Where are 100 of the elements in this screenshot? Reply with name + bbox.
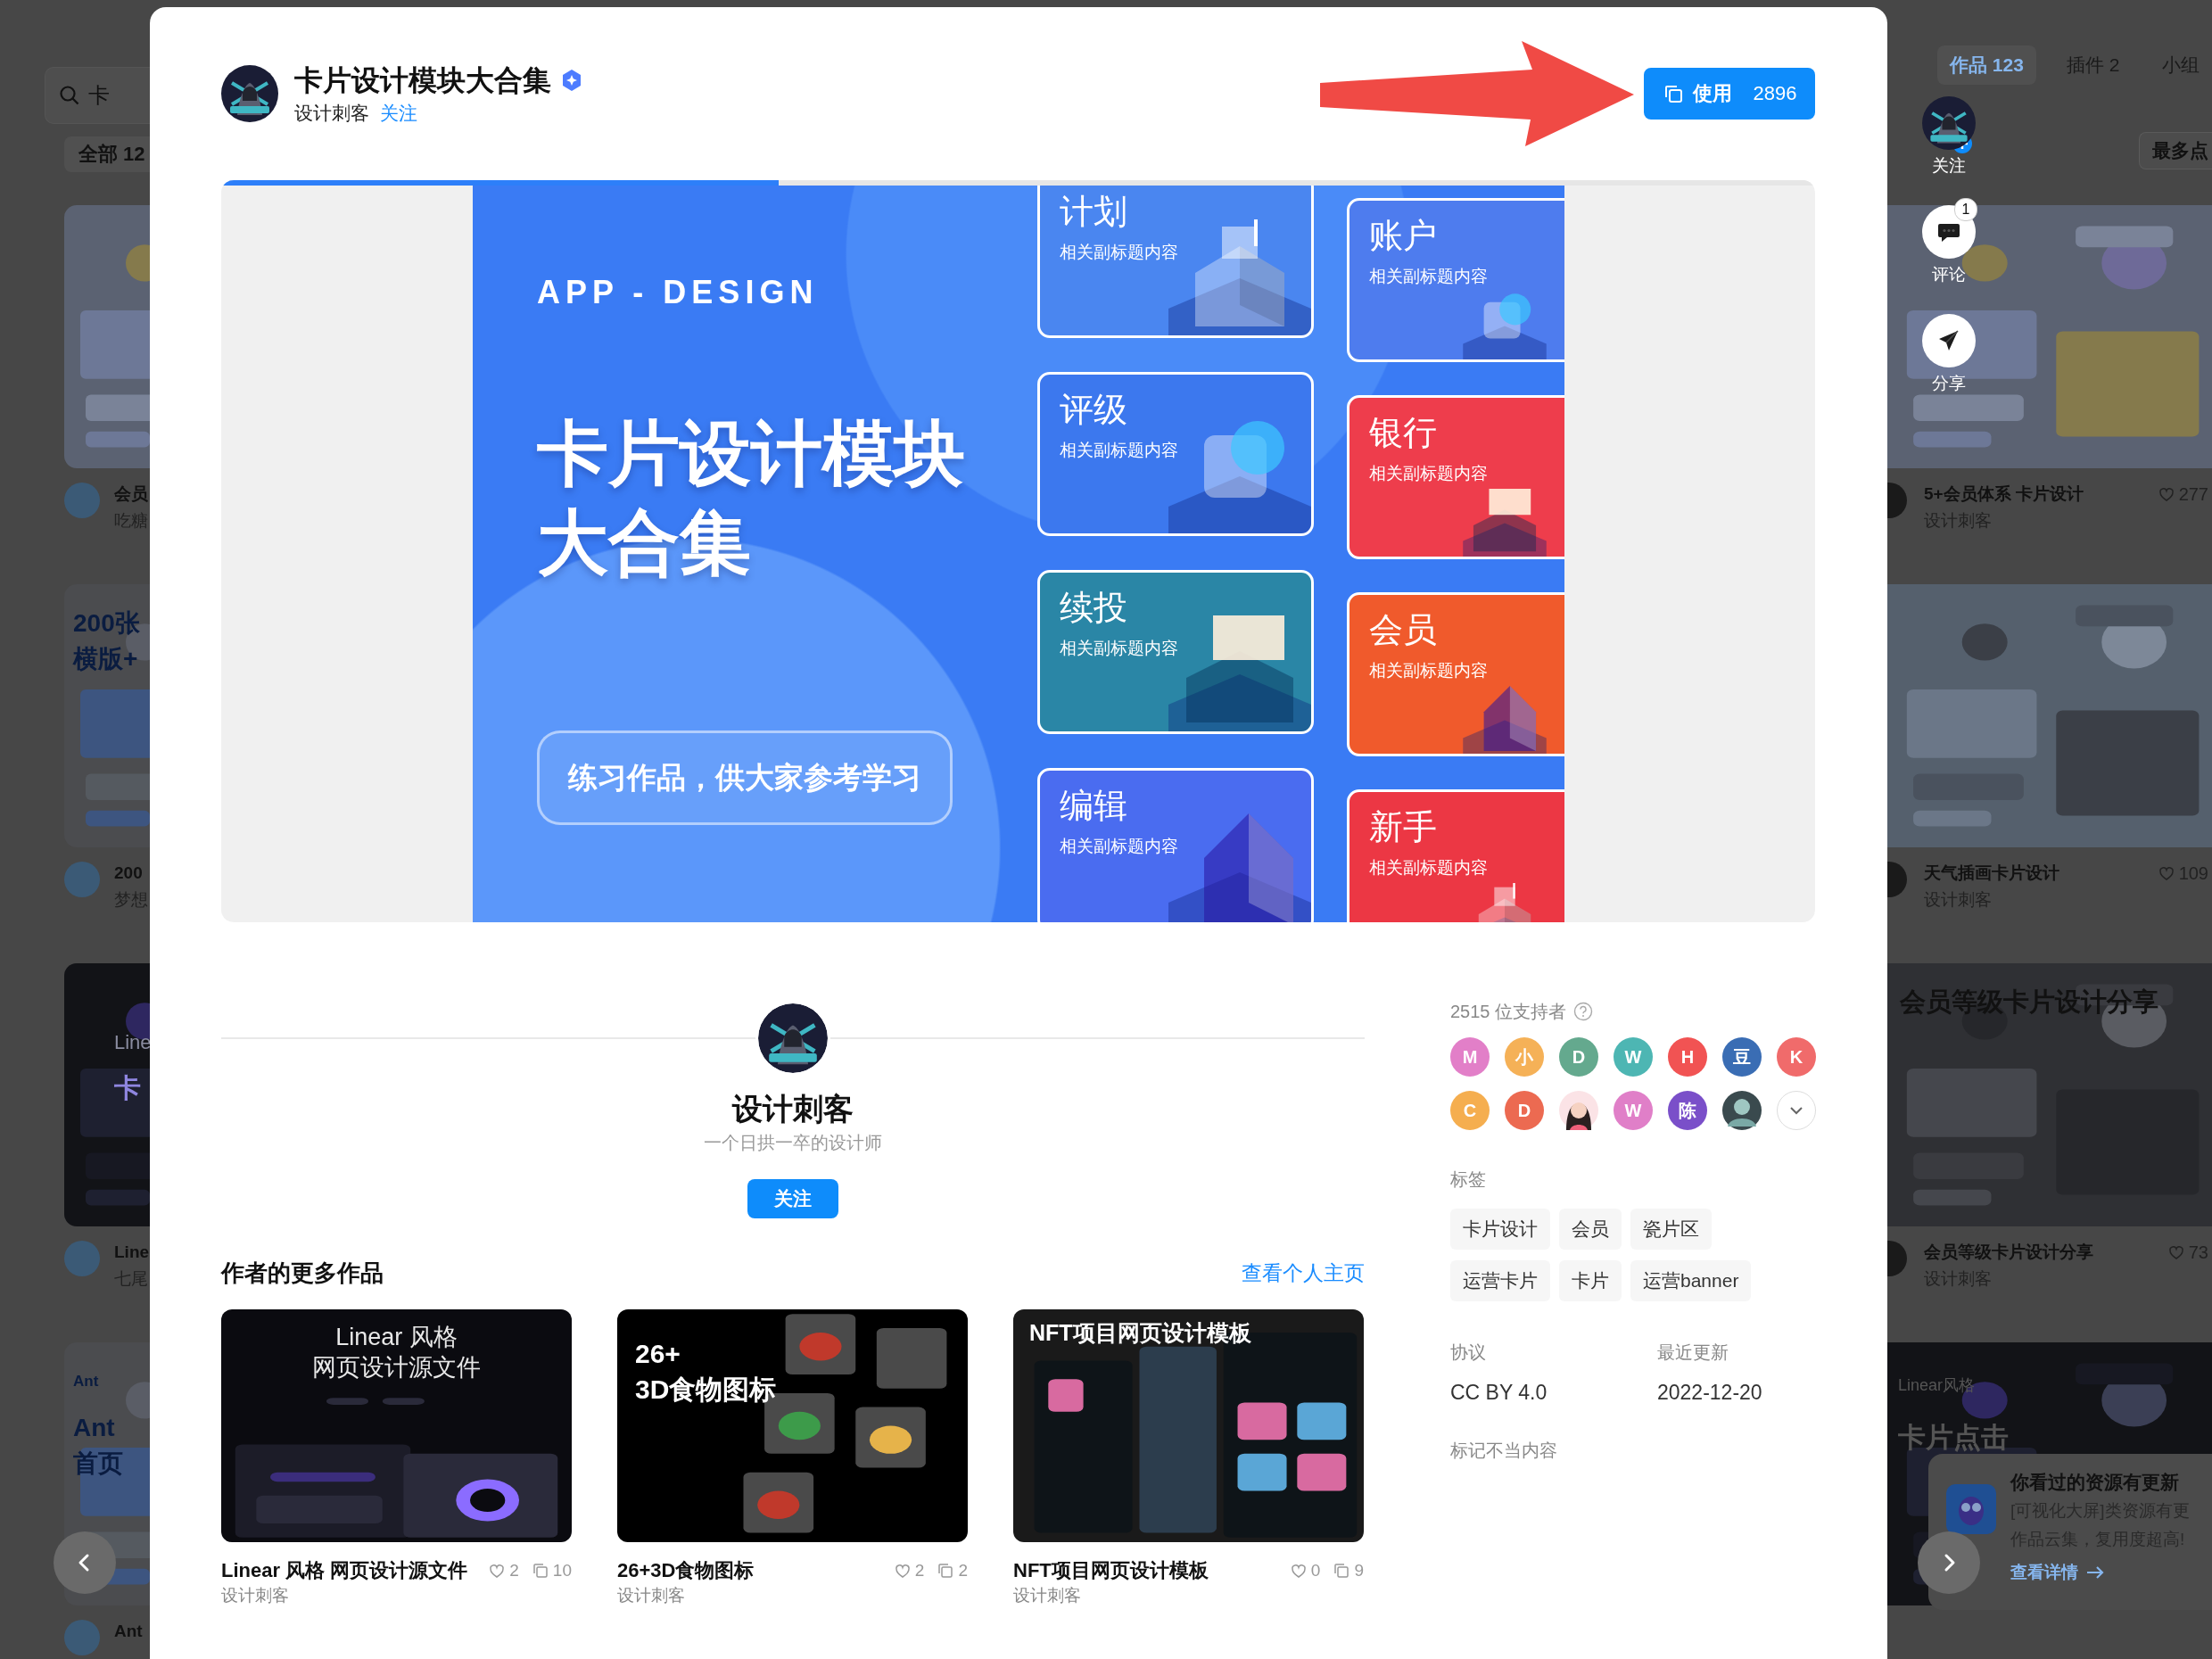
like-count: 2 <box>914 1561 925 1581</box>
thumbnail-title: 首页 <box>73 1449 123 1479</box>
action-label: 关注 <box>1932 155 1966 177</box>
card-subtitle: 相关副标题内容 <box>1369 463 1489 484</box>
follow-button[interactable] <box>1922 96 1976 150</box>
avatar[interactable]: K <box>1777 1037 1816 1077</box>
headline: 大合集 <box>537 502 752 584</box>
thumbnail-caption: Line <box>114 1031 150 1054</box>
avatar <box>1559 1091 1598 1130</box>
avatar <box>1722 1091 1762 1130</box>
profile-link[interactable]: 查看个人主页 <box>1242 1259 1365 1287</box>
follow-link[interactable]: 关注 <box>380 102 417 125</box>
heart-icon <box>2157 485 2175 503</box>
thumbnail-title: 200张 <box>73 608 140 639</box>
heart-icon <box>2167 1243 2185 1261</box>
author-name: 设计刺客 <box>1013 1585 1082 1606</box>
work-title[interactable]: Linear 风格 网页设计源文件 <box>221 1557 468 1584</box>
avatar[interactable]: H <box>1668 1037 1707 1077</box>
avatar <box>221 65 278 122</box>
follow-button[interactable]: 关注 <box>747 1179 838 1218</box>
tag[interactable]: 卡片设计 <box>1450 1209 1550 1250</box>
avatar <box>1887 862 1907 897</box>
tab[interactable]: 作品 123 <box>1937 45 2036 85</box>
copy-count: 2 <box>958 1561 968 1581</box>
thumbnail-title: NFT项目网页设计模板 <box>1029 1319 1251 1347</box>
use-button[interactable]: 使用 2896 <box>1644 68 1815 120</box>
section-label: 标签 <box>1450 1168 1486 1191</box>
copy-count: 10 <box>552 1561 572 1581</box>
thumbnail-title: 网页设计源文件 <box>312 1353 481 1382</box>
thumbnail-title: 26+ <box>635 1338 681 1370</box>
avatar <box>64 1620 100 1655</box>
avatar <box>1887 483 1907 518</box>
tag[interactable]: 瓷片区 <box>1630 1209 1712 1250</box>
card-title: 续投 <box>1060 588 1128 628</box>
card-title: 会员 <box>1369 610 1438 650</box>
copy-icon <box>1333 1562 1351 1580</box>
action-label: 评论 <box>1932 264 1966 285</box>
thumbnail-title: 3D食物图标 <box>635 1374 777 1406</box>
avatar[interactable]: 小 <box>1505 1037 1544 1077</box>
card-title: 计划 <box>1060 192 1128 232</box>
avatar <box>64 483 100 518</box>
card-title: 账户 <box>1369 216 1438 256</box>
avatar[interactable]: W <box>1614 1091 1653 1130</box>
avatar <box>1922 96 1976 150</box>
author-name: 设计刺客 <box>221 1585 290 1606</box>
heart-icon <box>2157 864 2175 882</box>
search-icon <box>58 84 81 107</box>
thumbnail-title: 卡 <box>114 1072 141 1104</box>
tag[interactable]: 运营卡片 <box>1450 1260 1550 1301</box>
thumbnail-title: Linear 风格 <box>335 1323 458 1352</box>
work-title[interactable]: NFT项目网页设计模板 <box>1013 1557 1209 1584</box>
heart-icon <box>488 1562 507 1580</box>
tag[interactable]: 卡片 <box>1559 1260 1622 1301</box>
notification-title: 你看过的资源有更新 <box>2010 1471 2180 1494</box>
card-title: 评级 <box>1060 390 1128 430</box>
meta-label: 协议 <box>1450 1341 1487 1364</box>
avatar[interactable]: D <box>1559 1037 1598 1077</box>
avatar[interactable]: C <box>1450 1091 1490 1130</box>
details-link[interactable]: 查看详情 <box>2010 1561 2190 1584</box>
meta-label: 最近更新 <box>1657 1341 1729 1364</box>
like-count: 2 <box>509 1561 519 1581</box>
author-name: 设计刺客 <box>732 1091 854 1127</box>
tag[interactable]: 运营banner <box>1630 1260 1752 1301</box>
card-subtitle: 相关副标题内容 <box>1060 638 1179 659</box>
author-name[interactable]: 设计刺客 <box>294 102 369 125</box>
report-link[interactable]: 标记不当内容 <box>1450 1439 1557 1462</box>
avatar[interactable]: M <box>1450 1037 1490 1077</box>
card-subtitle: 相关副标题内容 <box>1060 242 1179 263</box>
card-title: 银行 <box>1369 413 1438 453</box>
card-subtitle: 相关副标题内容 <box>1060 440 1179 461</box>
avatar[interactable]: W <box>1614 1037 1653 1077</box>
meta-value: CC BY 4.0 <box>1450 1380 1548 1405</box>
eyebrow-text: APP - DESIGN <box>537 274 819 311</box>
section-title: 作者的更多作品 <box>221 1259 384 1288</box>
search-field[interactable]: 卡 <box>45 67 150 124</box>
card-subtitle: 相关副标题内容 <box>1060 836 1179 857</box>
thumbnail-title: 横版+ <box>73 644 138 674</box>
pill-label: 练习作品，供大家参考学习 <box>537 730 953 825</box>
meta-value: 2022-12-20 <box>1657 1380 1762 1405</box>
avatar[interactable]: 豆 <box>1722 1037 1762 1077</box>
sort-button[interactable]: 最多点 <box>2139 132 2212 169</box>
heart-icon <box>893 1562 912 1580</box>
avatar <box>1887 1241 1907 1276</box>
avatar[interactable]: D <box>1505 1091 1544 1130</box>
copy-icon <box>937 1562 955 1580</box>
card-subtitle: 相关副标题内容 <box>1369 660 1489 681</box>
tag[interactable]: 会员 <box>1559 1209 1622 1250</box>
thumbnail-title: Ant <box>73 1413 115 1443</box>
author-bio: 一个日拱一卒的设计师 <box>704 1132 882 1154</box>
filter-tab[interactable]: 全部 12 <box>64 136 150 172</box>
headline: 卡片设计模块 <box>537 413 965 495</box>
count-badge: 1 <box>1954 198 1977 221</box>
copy-count: 9 <box>1354 1561 1364 1581</box>
work-title[interactable]: 26+3D食物图标 <box>617 1557 755 1584</box>
heart-icon <box>1289 1562 1308 1580</box>
author-name: 设计刺客 <box>617 1585 686 1606</box>
card-title: 编辑 <box>1060 786 1128 826</box>
avatar[interactable]: 陈 <box>1668 1091 1707 1130</box>
supporters-label: 2515 位支持者 <box>1450 1001 1567 1023</box>
thumbnail-title: 卡片点击 <box>1898 1421 2009 1455</box>
